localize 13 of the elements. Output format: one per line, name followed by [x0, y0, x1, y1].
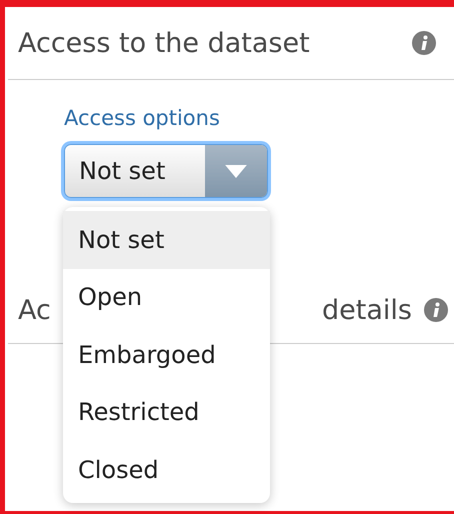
dropdown-option[interactable]: Closed — [63, 441, 270, 498]
section-heading: Access to the dataset — [18, 28, 310, 58]
dropdown-option[interactable]: Not set — [63, 211, 270, 268]
section-heading: Ac — [18, 294, 51, 326]
field-label: Access options — [64, 106, 221, 130]
caret-icon — [225, 164, 247, 178]
dropdown-option[interactable]: Restricted — [63, 384, 270, 441]
section-heading: details — [322, 294, 412, 326]
access-select[interactable]: Not set — [64, 144, 268, 198]
info-icon[interactable] — [424, 298, 448, 322]
dropdown-option[interactable]: Open — [63, 268, 270, 326]
info-icon[interactable] — [412, 31, 436, 55]
dropdown-option[interactable]: Embargoed — [63, 326, 270, 384]
